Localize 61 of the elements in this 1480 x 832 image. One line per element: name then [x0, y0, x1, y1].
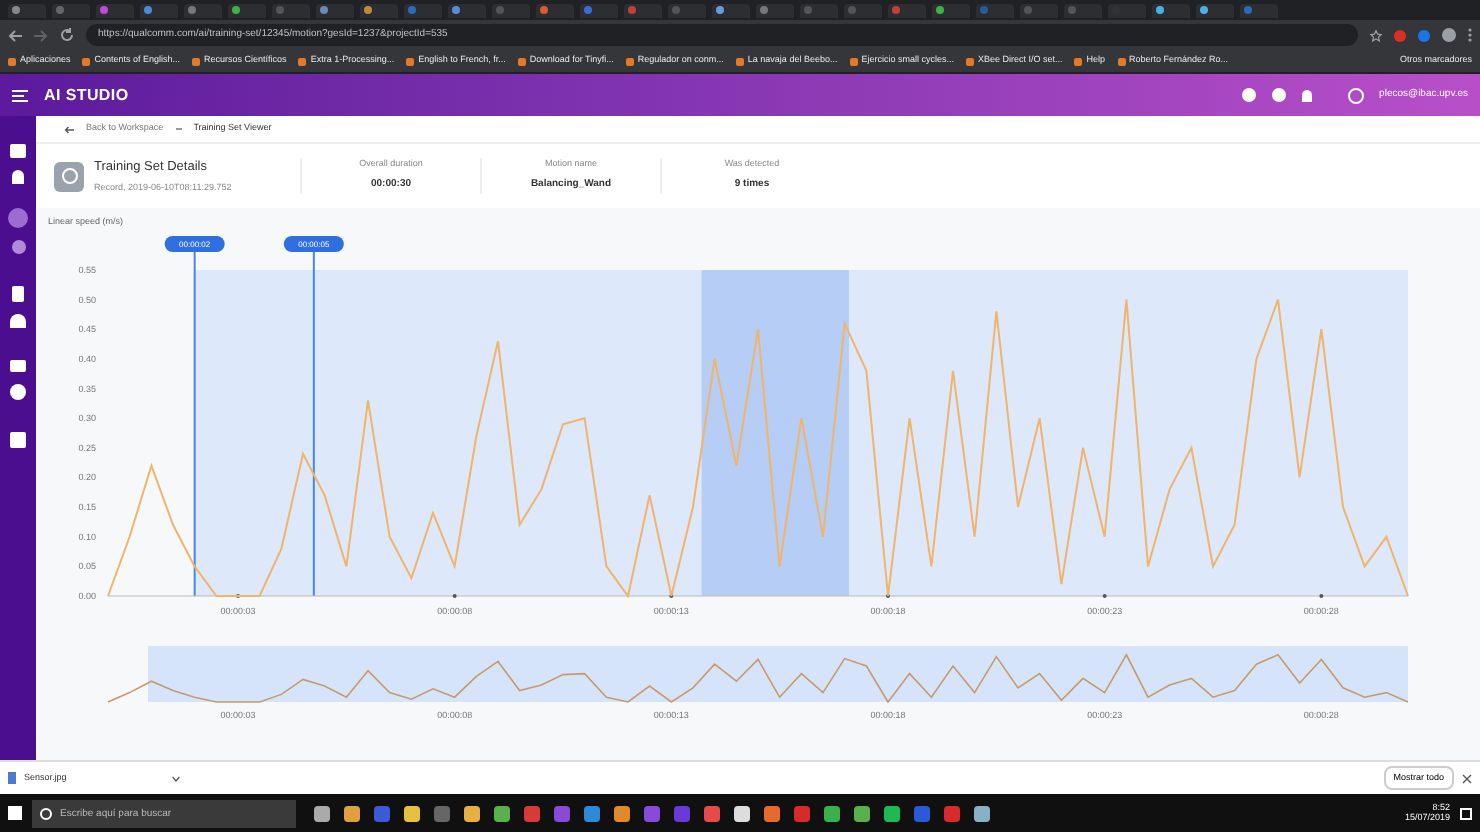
- bookmark-icon: [517, 57, 526, 65]
- browser-tab[interactable]: [624, 3, 662, 17]
- windows-start-icon[interactable]: [8, 806, 22, 820]
- browser-tab[interactable]: [360, 3, 398, 17]
- user-icon[interactable]: [10, 384, 26, 400]
- browser-tab[interactable]: [96, 3, 134, 17]
- bell-icon[interactable]: [12, 170, 24, 184]
- bookmark-icon: [735, 57, 744, 65]
- clock-icon: [54, 161, 84, 191]
- bookmark-icon: [406, 57, 415, 65]
- bookmark-icon: [8, 57, 16, 65]
- tick-mark: [669, 593, 674, 598]
- avatar-icon: [1347, 87, 1364, 103]
- browser-tab[interactable]: [1240, 3, 1278, 17]
- star-icon[interactable]: [1370, 29, 1382, 41]
- browser-tab[interactable]: [228, 3, 266, 17]
- tick-mark: [1319, 593, 1324, 598]
- breadcrumb-separator-icon: [175, 128, 182, 130]
- info-icon[interactable]: [1271, 88, 1286, 102]
- bookmark-icon: [192, 57, 201, 65]
- notification-icon[interactable]: [1460, 807, 1472, 819]
- bookmark-icon: [1074, 57, 1083, 65]
- menu-icon[interactable]: [12, 89, 28, 101]
- close-icon[interactable]: [1462, 773, 1472, 783]
- caret-icon[interactable]: [172, 775, 180, 781]
- bookmark-icon: [82, 57, 91, 65]
- browser-tab[interactable]: [712, 3, 750, 17]
- browser-tab[interactable]: [1152, 3, 1190, 17]
- browser-tab[interactable]: [8, 3, 46, 17]
- robot-icon[interactable]: [10, 314, 26, 328]
- browser-tab[interactable]: [140, 3, 178, 17]
- tick-mark: [452, 593, 457, 598]
- tick-mark: [886, 593, 890, 598]
- time-marker[interactable]: [283, 235, 344, 597]
- bookmark-icon: [625, 57, 634, 65]
- tick-mark: [1102, 593, 1107, 598]
- bookmark-icon: [1117, 57, 1126, 65]
- back-arrow-icon[interactable]: [64, 125, 74, 133]
- bookmark-icon: [965, 57, 974, 65]
- help-icon[interactable]: [1241, 88, 1256, 102]
- time-marker[interactable]: [164, 235, 225, 597]
- app-logo: AI STUDIO: [44, 83, 129, 107]
- browser-tab[interactable]: [932, 3, 970, 17]
- browser-tab[interactable]: [404, 3, 442, 17]
- browser-tab[interactable]: [888, 3, 926, 17]
- browser-tab[interactable]: [1196, 3, 1234, 17]
- gear-icon[interactable]: [11, 240, 25, 254]
- back-icon[interactable]: [8, 29, 22, 41]
- file-icon: [8, 772, 16, 784]
- browser-tab[interactable]: [448, 3, 486, 17]
- browser-tab[interactable]: [52, 3, 90, 17]
- browser-tab[interactable]: [536, 3, 574, 17]
- browser-tab[interactable]: [756, 3, 794, 17]
- bookmark-icon: [298, 57, 307, 65]
- browser-tab[interactable]: [580, 3, 618, 17]
- reload-icon[interactable]: [60, 28, 74, 42]
- cortana-icon[interactable]: [40, 807, 52, 819]
- profile-icon[interactable]: [1442, 28, 1456, 42]
- bookmark-icon: [849, 57, 858, 65]
- browser-tab[interactable]: [184, 3, 222, 17]
- browser-tab[interactable]: [316, 3, 354, 17]
